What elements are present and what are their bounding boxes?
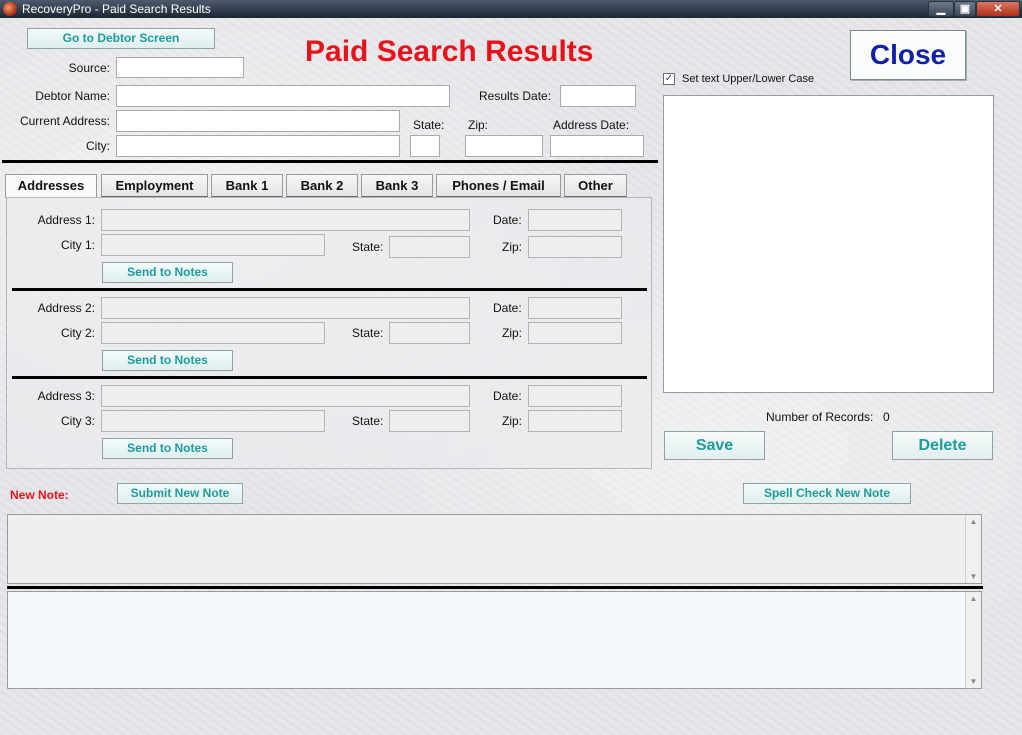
address-2-field[interactable] <box>101 297 470 319</box>
zip-input[interactable] <box>465 135 543 157</box>
city-input[interactable] <box>116 135 400 157</box>
scroll-down-icon[interactable]: ▼ <box>966 572 981 581</box>
tab-bank-1[interactable]: Bank 1 <box>211 174 283 197</box>
city-label: City: <box>86 139 110 153</box>
date-2-label: Date: <box>493 301 522 315</box>
source-label: Source: <box>68 61 110 75</box>
city-3-field[interactable] <box>101 410 325 432</box>
scroll-up-icon[interactable]: ▲ <box>966 594 981 603</box>
notes-divider <box>7 586 983 589</box>
date-1-label: Date: <box>493 213 522 227</box>
tab-other[interactable]: Other <box>564 174 627 197</box>
current-address-label: Current Address: <box>19 114 110 128</box>
state-label: State: <box>413 118 445 132</box>
delete-button[interactable]: Delete <box>892 431 993 460</box>
source-input[interactable] <box>116 57 244 78</box>
results-date-label: Results Date: <box>479 89 552 103</box>
minimize-button[interactable]: ▁ <box>928 1 954 17</box>
zip-3-label: Zip: <box>502 414 523 428</box>
window-close-button[interactable]: ✕ <box>976 1 1020 17</box>
section-divider <box>2 160 658 163</box>
records-count-label: Number of Records: <box>766 410 874 424</box>
address-1-label: Address 1: <box>37 213 95 227</box>
state-2-label: State: <box>352 326 384 340</box>
address-date-input[interactable] <box>550 135 644 157</box>
send-to-notes-2-button[interactable]: Send to Notes <box>102 350 233 371</box>
zip-1-field[interactable] <box>528 236 622 258</box>
notes-history-textarea[interactable]: ▲ ▼ <box>7 591 982 689</box>
tab-bank-2[interactable]: Bank 2 <box>286 174 358 197</box>
date-1-field[interactable] <box>528 209 622 231</box>
zip-3-field[interactable] <box>528 410 622 432</box>
date-2-field[interactable] <box>528 297 622 319</box>
zip-1-label: Zip: <box>502 240 523 254</box>
address-date-label: Address Date: <box>553 118 630 132</box>
state-1-label: State: <box>352 240 384 254</box>
title-bar: RecoveryPro - Paid Search Results ▁ ▣ ✕ <box>0 0 1022 18</box>
address-divider-1 <box>12 288 647 291</box>
new-note-textarea[interactable]: ▲ ▼ <box>7 514 982 584</box>
scroll-up-icon[interactable]: ▲ <box>966 517 981 526</box>
window-title: RecoveryPro - Paid Search Results <box>22 2 211 16</box>
save-button[interactable]: Save <box>664 431 765 460</box>
date-3-label: Date: <box>493 389 522 403</box>
state-3-label: State: <box>352 414 384 428</box>
zip-2-label: Zip: <box>502 326 523 340</box>
notes-list[interactable] <box>663 95 994 393</box>
new-note-scrollbar[interactable]: ▲ ▼ <box>965 515 981 583</box>
state-3-field[interactable] <box>389 410 470 432</box>
address-1-field[interactable] <box>101 209 470 231</box>
tab-employment[interactable]: Employment <box>101 174 208 197</box>
maximize-button[interactable]: ▣ <box>954 1 976 17</box>
submit-new-note-button[interactable]: Submit New Note <box>117 483 243 504</box>
state-input[interactable] <box>410 135 440 157</box>
go-to-debtor-button[interactable]: Go to Debtor Screen <box>27 28 215 49</box>
address-divider-2 <box>12 376 647 379</box>
current-address-input[interactable] <box>116 110 400 132</box>
state-2-field[interactable] <box>389 322 470 344</box>
tab-phones-email[interactable]: Phones / Email <box>436 174 561 197</box>
case-checkbox[interactable]: ✓ <box>663 73 675 85</box>
zip-2-field[interactable] <box>528 322 622 344</box>
address-2-label: Address 2: <box>37 301 95 315</box>
zip-label: Zip: <box>468 118 489 132</box>
page-title: Paid Search Results <box>305 35 594 68</box>
app-icon <box>3 2 17 16</box>
city-2-field[interactable] <box>101 322 325 344</box>
address-3-field[interactable] <box>101 385 470 407</box>
city-3-label: City 3: <box>60 414 95 428</box>
address-3-label: Address 3: <box>37 389 95 403</box>
scroll-down-icon[interactable]: ▼ <box>966 677 981 686</box>
new-note-label: New Note: <box>10 488 69 502</box>
city-1-field[interactable] <box>101 234 325 256</box>
notes-history-scrollbar[interactable]: ▲ ▼ <box>965 592 981 688</box>
debtor-name-input[interactable] <box>116 85 450 107</box>
city-2-label: City 2: <box>60 326 95 340</box>
results-date-input[interactable] <box>560 85 636 107</box>
send-to-notes-1-button[interactable]: Send to Notes <box>102 262 233 283</box>
state-1-field[interactable] <box>389 236 470 258</box>
date-3-field[interactable] <box>528 385 622 407</box>
city-1-label: City 1: <box>60 238 95 252</box>
records-count-value: 0 <box>883 410 890 424</box>
tab-bank-3[interactable]: Bank 3 <box>361 174 433 197</box>
spell-check-button[interactable]: Spell Check New Note <box>743 483 911 504</box>
send-to-notes-3-button[interactable]: Send to Notes <box>102 438 233 459</box>
close-button[interactable]: Close <box>850 30 966 80</box>
debtor-name-label: Debtor Name: <box>35 89 110 103</box>
case-checkbox-label: Set text Upper/Lower Case <box>682 73 815 85</box>
tab-addresses[interactable]: Addresses <box>5 174 97 198</box>
